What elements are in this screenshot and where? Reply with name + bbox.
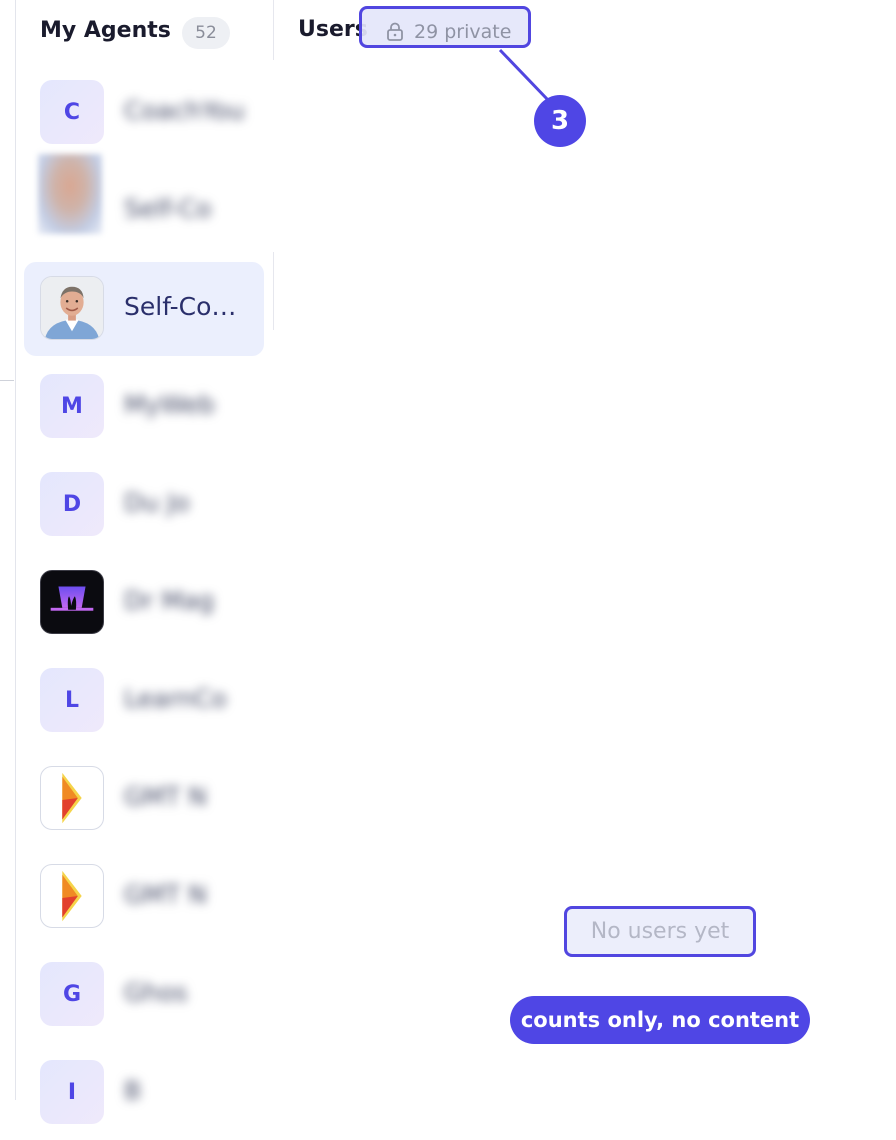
- sidebar-title: My Agents: [40, 18, 171, 43]
- hat-rabbit-icon: [40, 570, 104, 634]
- agent-count-badge: 52: [182, 17, 230, 49]
- agent-name: Self-Co: [124, 194, 212, 223]
- agent-avatar: C: [40, 80, 104, 144]
- annotation-note: counts only, no content: [510, 996, 810, 1044]
- chevron-flag-icon: [40, 864, 104, 928]
- agent-name: Dr Mag: [124, 586, 215, 615]
- agent-avatar-photo: [40, 276, 104, 340]
- agent-avatar-photo: [38, 154, 102, 234]
- agent-avatar: G: [40, 962, 104, 1026]
- lock-icon: [387, 22, 403, 41]
- agent-name: CoachYou: [124, 96, 245, 125]
- agent-name: B: [124, 1076, 142, 1105]
- empty-state-label: No users yet: [564, 906, 756, 957]
- agent-item[interactable]: D Du Jo: [24, 458, 264, 552]
- column-divider: [273, 252, 274, 330]
- private-users-badge: 29 private: [359, 6, 531, 48]
- agent-item[interactable]: Self-Co: [24, 154, 264, 258]
- agent-item[interactable]: M MyWeb: [24, 360, 264, 454]
- agent-name: GMT N: [124, 782, 207, 811]
- left-panel-tick: [0, 380, 14, 381]
- agent-avatar: D: [40, 472, 104, 536]
- agent-name: LearnCo: [124, 684, 227, 713]
- column-divider: [273, 0, 274, 60]
- left-panel-border: [15, 0, 16, 1100]
- agent-name: Self-Co…: [124, 292, 237, 321]
- step-number-badge: 3: [534, 95, 586, 147]
- agent-name: Du Jo: [124, 488, 190, 517]
- agent-name: MyWeb: [124, 390, 215, 419]
- agent-name: Ghos: [124, 978, 188, 1007]
- agent-item[interactable]: C CoachYou: [24, 66, 264, 160]
- agent-avatar: L: [40, 668, 104, 732]
- agent-item[interactable]: I B: [24, 1046, 264, 1140]
- agent-item[interactable]: GMT N: [24, 752, 264, 846]
- agent-item[interactable]: L LearnCo: [24, 654, 264, 748]
- agent-avatar: M: [40, 374, 104, 438]
- agent-item[interactable]: G Ghos: [24, 948, 264, 1042]
- agent-avatar: I: [40, 1060, 104, 1124]
- private-users-count: 29 private: [414, 21, 512, 43]
- agent-item[interactable]: Dr Mag: [24, 556, 264, 650]
- agent-item-selected[interactable]: Self-Co…: [24, 262, 264, 356]
- agent-item[interactable]: GMT N: [24, 850, 264, 944]
- users-section-title: Users: [298, 17, 368, 42]
- chevron-flag-icon: [40, 766, 104, 830]
- agent-name: GMT N: [124, 880, 207, 909]
